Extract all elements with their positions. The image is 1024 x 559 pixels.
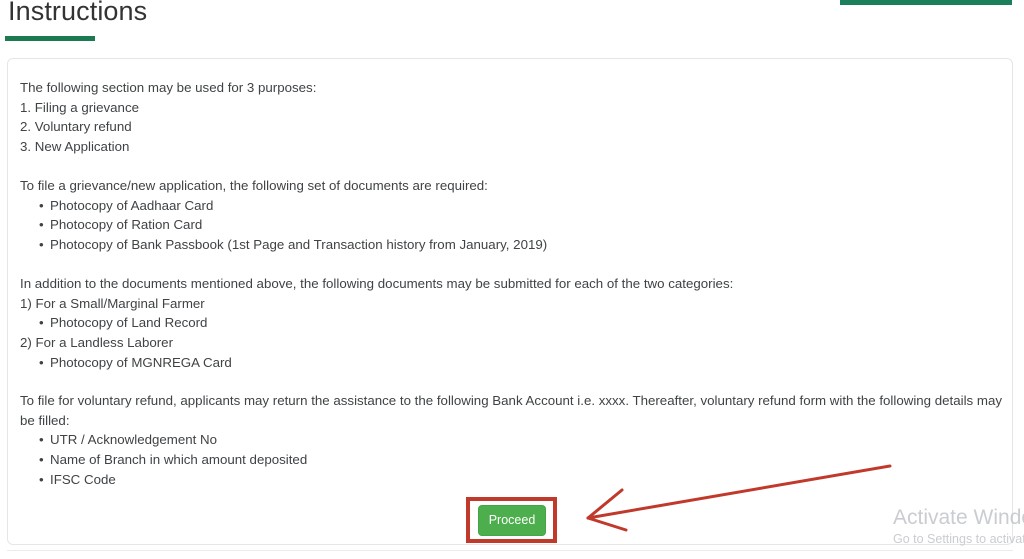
- document-item: Photocopy of Bank Passbook (1st Page and…: [20, 235, 547, 255]
- refund-item: UTR / Acknowledgement No: [20, 430, 1002, 450]
- document-item: Photocopy of Ration Card: [20, 215, 547, 235]
- activation-title: Activate Windows: [893, 506, 1024, 529]
- category-two-item: Photocopy of MGNREGA Card: [20, 353, 733, 373]
- purposes-block: The following section may be used for 3 …: [20, 78, 316, 157]
- top-accent-bar: [840, 0, 1012, 5]
- categories-intro: In addition to the documents mentioned a…: [20, 276, 734, 291]
- card-bottom-divider: [7, 550, 1013, 551]
- category-one-item: Photocopy of Land Record: [20, 313, 733, 333]
- purposes-intro: The following section may be used for 3 …: [20, 80, 317, 95]
- activation-subtitle: Go to Settings to activate Windows.: [893, 532, 1024, 546]
- instructions-page: Instructions The following section may b…: [0, 0, 1024, 559]
- proceed-button[interactable]: Proceed: [478, 505, 546, 536]
- refund-item: IFSC Code: [20, 470, 1002, 490]
- purposes-item: 1. Filing a grievance: [20, 99, 139, 115]
- page-title-underline: [5, 36, 95, 41]
- page-title: Instructions: [8, 0, 148, 26]
- refund-intro-line-2: be filled:: [20, 412, 70, 428]
- purposes-item: 2. Voluntary refund: [20, 119, 132, 135]
- document-item: Photocopy of Aadhaar Card: [20, 196, 547, 216]
- categories-block: In addition to the documents mentioned a…: [20, 274, 733, 373]
- category-one-label: 1) For a Small/Marginal Farmer: [20, 295, 205, 311]
- refund-intro-line-1: To file for voluntary refund, applicants…: [20, 393, 1003, 408]
- refund-item: Name of Branch in which amount deposited: [20, 450, 1002, 470]
- windows-activation-watermark: Activate Windows Go to Settings to activ…: [893, 505, 1024, 548]
- category-two-label: 2) For a Landless Laborer: [20, 335, 173, 351]
- voluntary-refund-block: To file for voluntary refund, applicants…: [20, 391, 1002, 490]
- documents-intro: To file a grievance/new application, the…: [20, 178, 488, 193]
- purposes-item: 3. New Application: [20, 139, 130, 155]
- required-documents-block: To file a grievance/new application, the…: [20, 176, 547, 255]
